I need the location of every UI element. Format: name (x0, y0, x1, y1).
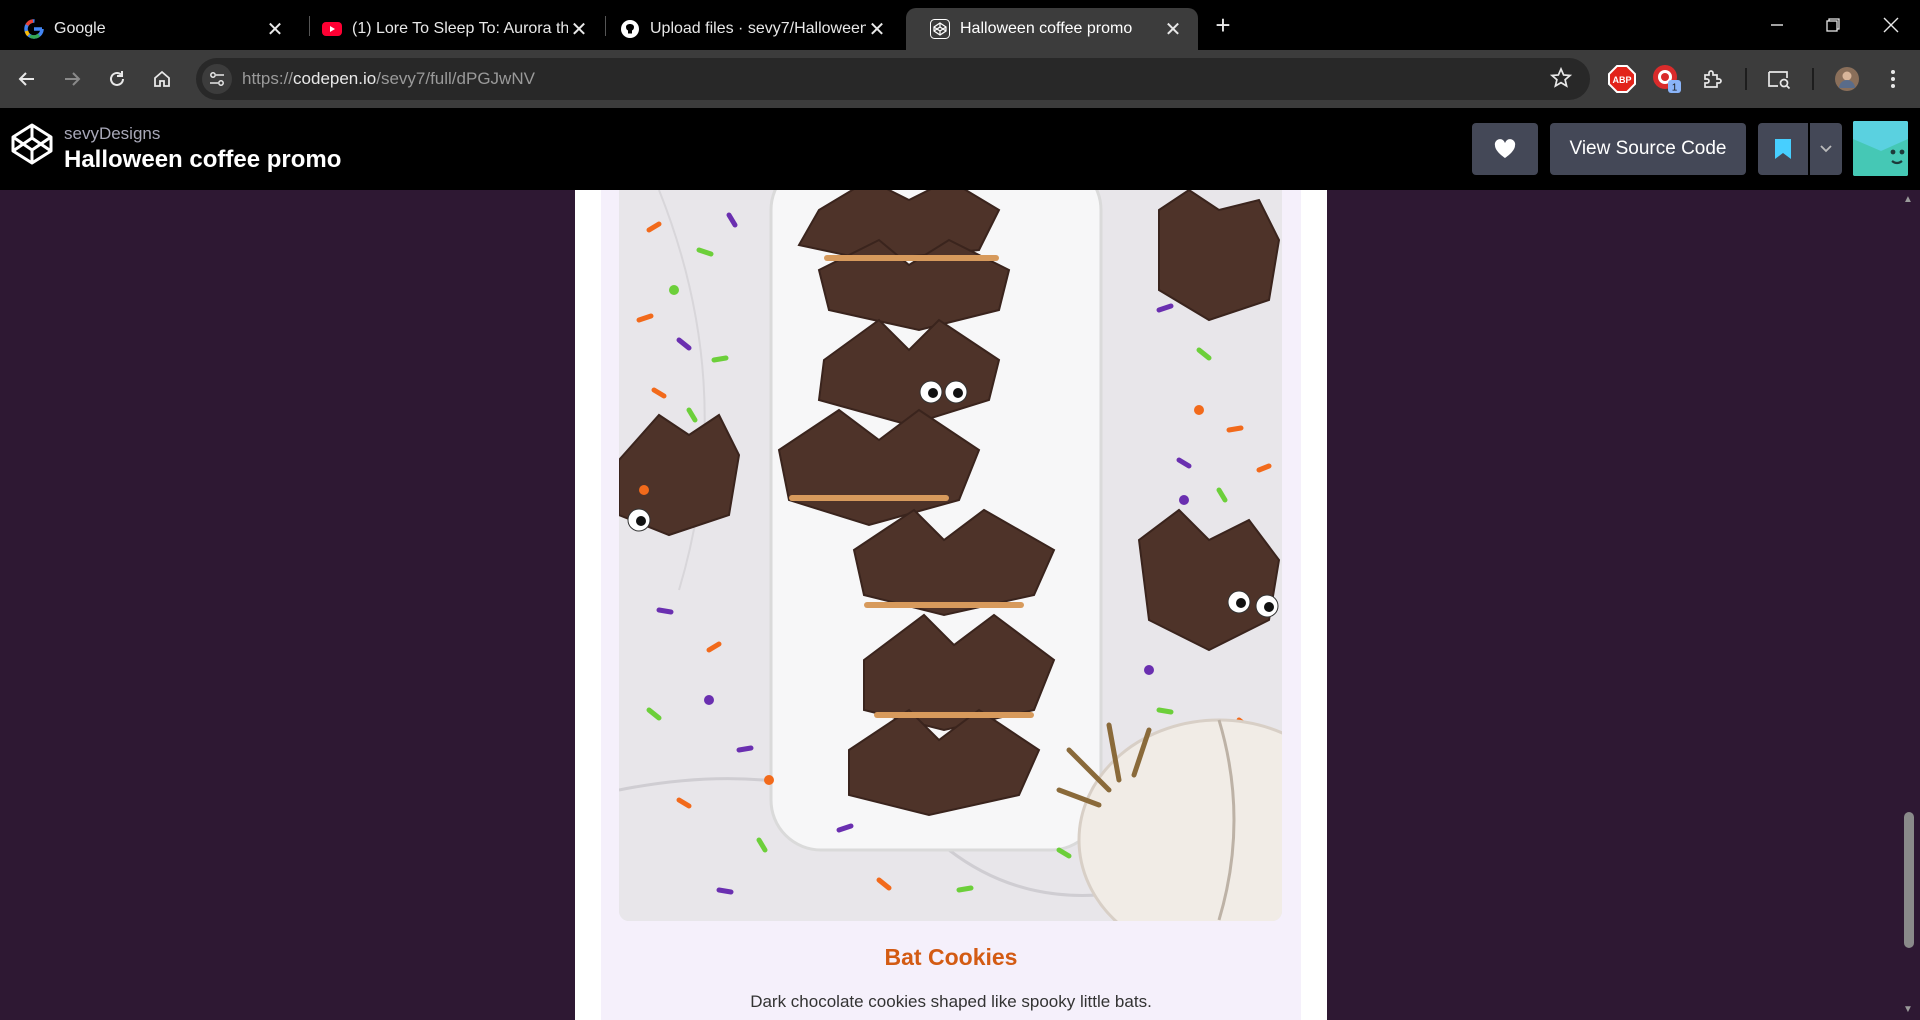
tab-youtube[interactable]: (1) Lore To Sleep To: Aurora the ✕ (298, 8, 604, 50)
tab-title: (1) Lore To Sleep To: Aurora the (352, 20, 568, 37)
extensions-puzzle-icon[interactable] (1698, 64, 1728, 94)
profile-avatar-icon[interactable] (1832, 64, 1862, 94)
tab-title: Upload files · sevy7/Halloween- (650, 20, 866, 37)
toolbar-divider (1745, 68, 1747, 90)
scroll-down-icon[interactable]: ▼ (1903, 1004, 1913, 1015)
cast-search-icon[interactable] (1764, 64, 1794, 94)
tab-strip: Google ✕ (1) Lore To Sleep To: Aurora th… (0, 0, 1920, 50)
toolbar-divider (1812, 68, 1814, 90)
page-scrollbar[interactable]: ▲ ▼ (1899, 190, 1920, 1020)
address-bar[interactable]: https://codepen.io/sevy7/full/dPGJwNV (196, 58, 1590, 100)
menu-container: Bat Cookies Dark chocolate cookies shape… (575, 190, 1327, 1020)
product-description: Dark chocolate cookies shaped like spook… (750, 992, 1152, 1011)
new-tab-button[interactable]: + (1210, 10, 1236, 40)
extension-red-icon[interactable]: 1 (1652, 64, 1682, 94)
arrow-left-icon (18, 72, 34, 86)
bookmark-icon (1775, 139, 1791, 159)
close-window-icon[interactable] (1876, 10, 1906, 40)
minimize-icon[interactable] (1762, 10, 1792, 40)
reload-icon (110, 71, 124, 86)
bookmark-dropdown-button[interactable] (1810, 123, 1842, 175)
user-avatar[interactable] (1853, 121, 1908, 176)
url-text[interactable]: https://codepen.io/sevy7/full/dPGJwNV (242, 69, 535, 89)
youtube-icon (322, 19, 342, 39)
tab-title: Google (54, 20, 106, 37)
codepen-username[interactable]: sevyDesigns (64, 124, 160, 144)
arrow-right-icon (65, 72, 81, 86)
back-button[interactable] (12, 64, 42, 94)
home-button[interactable] (147, 64, 177, 94)
abp-label: ABP (1612, 75, 1631, 85)
scroll-up-icon[interactable]: ▲ (1903, 194, 1913, 205)
tab-github[interactable]: Upload files · sevy7/Halloween- ✕ (596, 8, 902, 50)
bat-cookies-photo (619, 190, 1282, 921)
chevron-down-icon (1820, 145, 1832, 153)
browser-toolbar: https://codepen.io/sevy7/full/dPGJwNV AB… (0, 50, 1920, 108)
bookmark-star-icon[interactable] (1549, 66, 1573, 94)
forward-button[interactable] (57, 64, 87, 94)
codepen-header: sevyDesigns Halloween coffee promo View … (0, 108, 1920, 190)
adblock-icon[interactable]: ABP (1607, 64, 1637, 94)
page-content: Bat Cookies Dark chocolate cookies shape… (0, 190, 1920, 1020)
heart-icon (1494, 139, 1516, 158)
like-button[interactable] (1472, 123, 1538, 175)
tab-codepen-active[interactable]: Halloween coffee promo ✕ (906, 8, 1198, 50)
close-tab-icon[interactable]: ✕ (568, 18, 590, 41)
github-icon (620, 19, 640, 39)
bookmark-button[interactable] (1758, 123, 1808, 175)
close-tab-icon[interactable]: ✕ (264, 18, 286, 41)
codepen-logo-icon[interactable] (10, 122, 54, 166)
url-host: codepen.io (293, 69, 377, 88)
restore-icon[interactable] (1818, 10, 1848, 40)
product-name: Bat Cookies (884, 944, 1018, 970)
scroll-thumb[interactable] (1904, 812, 1914, 948)
reload-button[interactable] (102, 64, 132, 94)
view-source-label: View Source Code (1569, 138, 1727, 159)
close-tab-icon[interactable]: ✕ (866, 18, 888, 41)
extension-badge: 1 (1672, 83, 1678, 94)
menu-kebab-icon[interactable] (1878, 64, 1908, 94)
tab-google[interactable]: Google ✕ (0, 8, 300, 50)
site-info-icon[interactable] (202, 64, 232, 94)
pen-title: Halloween coffee promo (64, 146, 342, 173)
codepen-icon (930, 19, 950, 39)
url-scheme: https:// (242, 69, 294, 88)
google-icon (24, 19, 44, 39)
tab-title: Halloween coffee promo (960, 20, 1133, 37)
home-icon (154, 70, 170, 87)
view-source-button[interactable]: View Source Code (1550, 123, 1746, 175)
close-tab-icon[interactable]: ✕ (1162, 18, 1184, 41)
url-path: /sevy7/full/dPGJwNV (376, 69, 535, 88)
